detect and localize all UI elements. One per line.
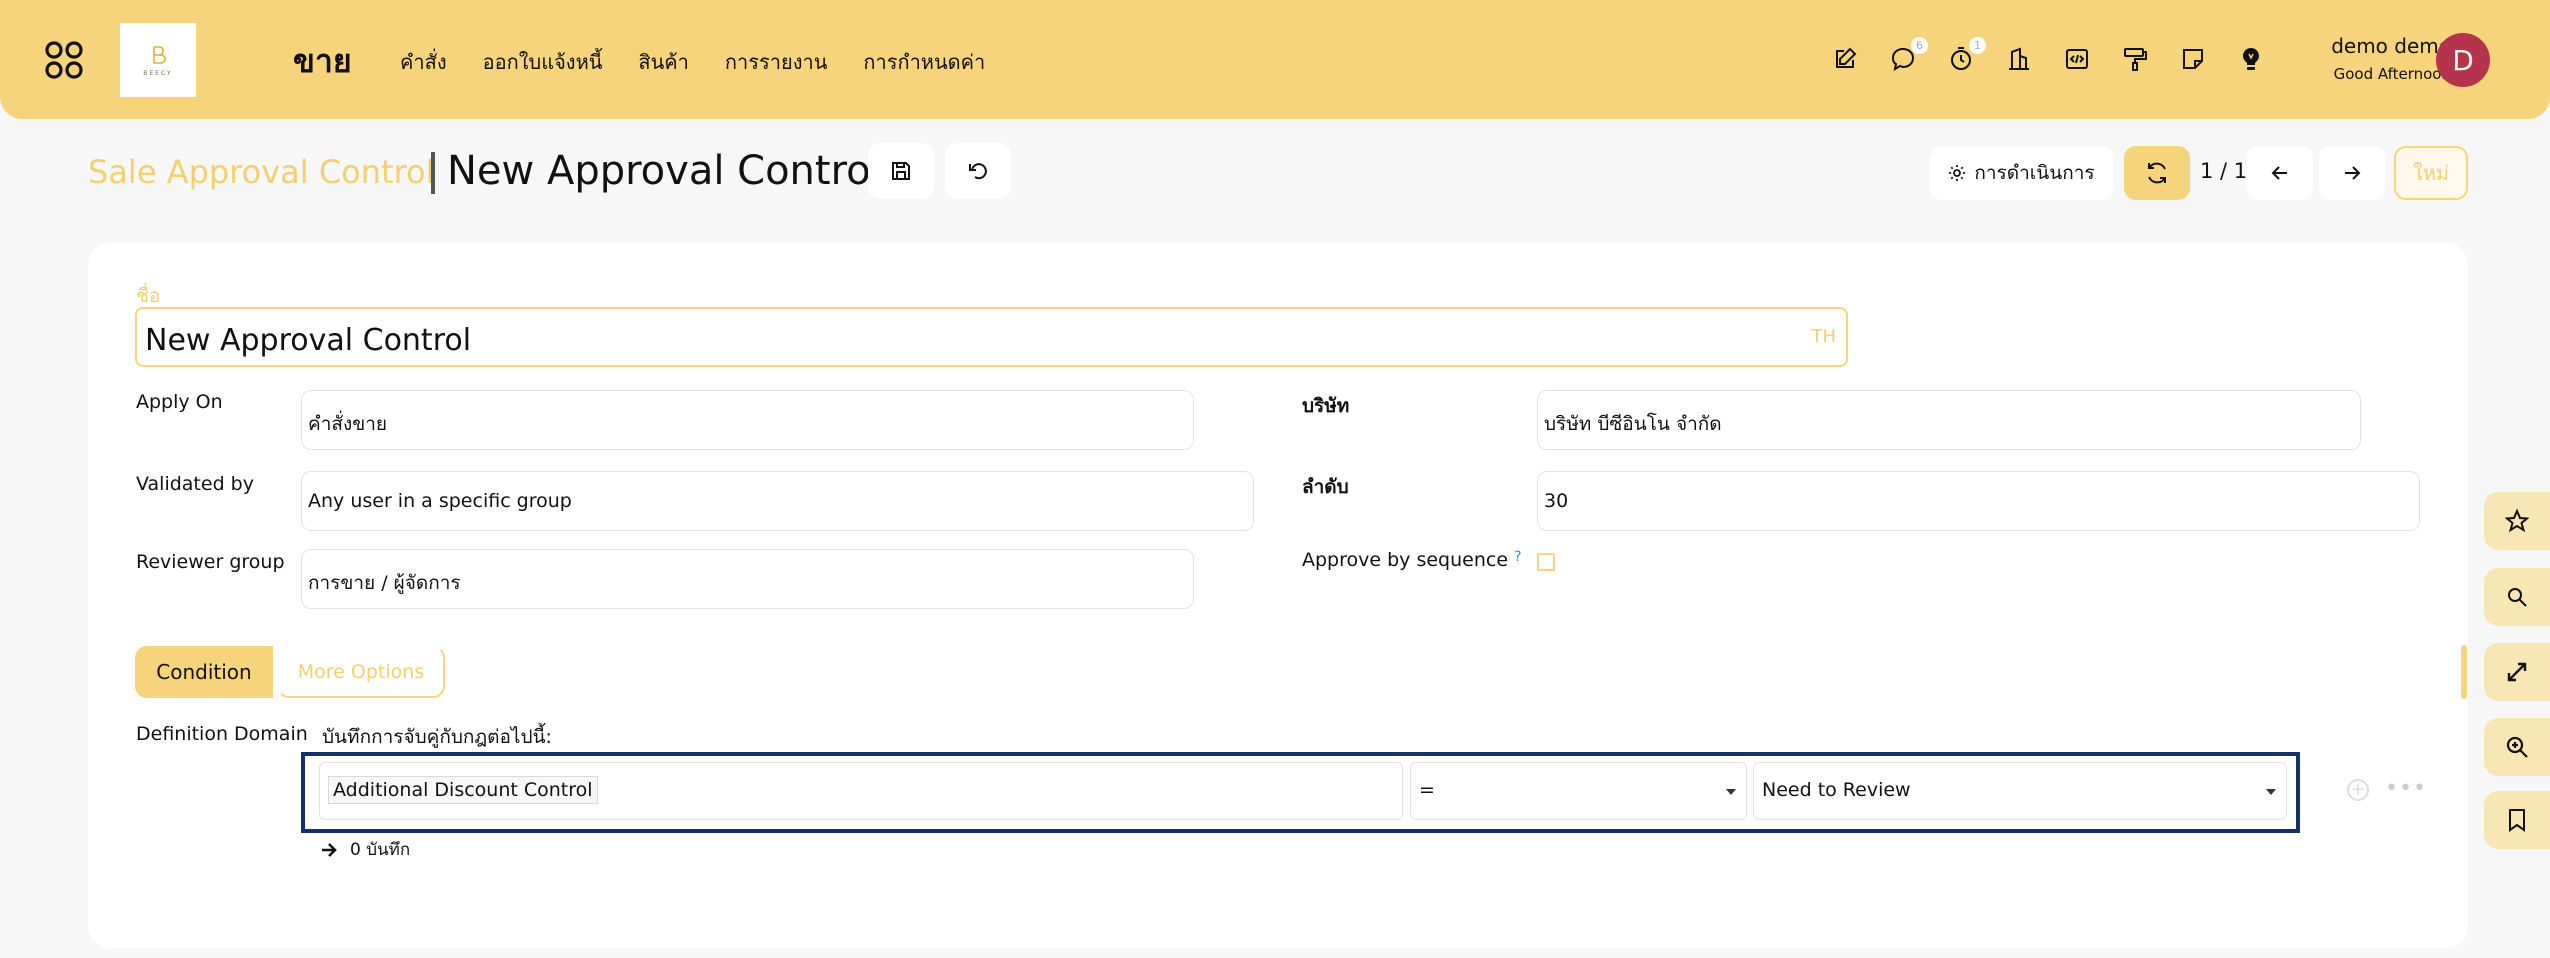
arrow-left-icon bbox=[2271, 166, 2287, 180]
pager-previous-button[interactable] bbox=[2247, 146, 2313, 200]
top-navbar: BEECY ขาย คำสั่ง ออกใบแจ้งหนี้ สินค้า กา… bbox=[0, 0, 2550, 119]
domain-header: บันทึกการจับคู่กับกฎต่อไปนี้: bbox=[322, 726, 552, 748]
records-count: 0 บันทึก bbox=[350, 840, 411, 860]
approve-by-sequence-checkbox[interactable] bbox=[1537, 553, 1555, 571]
reviewer-group-label: Reviewer group bbox=[136, 551, 285, 573]
domain-rule-row: Additional Discount Control = Need to Re… bbox=[301, 752, 2300, 833]
activity-badge: 1 bbox=[1969, 37, 1986, 54]
bookmark-icon bbox=[2509, 809, 2525, 832]
translate-button[interactable]: TH bbox=[1811, 326, 1836, 347]
name-value: New Approval Control bbox=[145, 323, 472, 358]
company-logo[interactable]: BEECY bbox=[120, 23, 196, 97]
refresh-icon bbox=[2148, 162, 2166, 184]
reviewer-group-value: การขาย / ผู้จัดการ bbox=[308, 572, 461, 594]
user-menu[interactable]: demo demo Good Afternoon bbox=[2300, 34, 2451, 83]
action-menu-label: การดำเนินการ bbox=[1974, 162, 2095, 184]
dock-active-indicator bbox=[2461, 645, 2467, 699]
main-menu: คำสั่ง ออกใบแจ้งหนี้ สินค้า การรายงาน กา… bbox=[400, 46, 985, 78]
building-icon[interactable] bbox=[2004, 44, 2034, 74]
company-field[interactable]: บริษัท บีซีอินโน จำกัด bbox=[1537, 390, 2361, 450]
gear-icon bbox=[1949, 165, 1966, 181]
search-icon bbox=[2508, 588, 2527, 607]
user-greeting: Good Afternoon bbox=[2333, 65, 2451, 83]
approve-by-sequence-text: Approve by sequence bbox=[1302, 549, 1509, 571]
add-rule-icon[interactable]: + bbox=[2347, 779, 2369, 801]
menu-products[interactable]: สินค้า bbox=[638, 46, 689, 78]
tab-condition[interactable]: Condition bbox=[135, 646, 273, 698]
apply-on-label: Apply On bbox=[136, 391, 223, 413]
menu-configuration[interactable]: การกำหนดค่า bbox=[863, 46, 985, 78]
arrow-right-icon bbox=[2345, 166, 2361, 180]
breadcrumb-separator bbox=[431, 152, 435, 194]
matching-records[interactable]: 0 บันทึก bbox=[320, 836, 410, 863]
menu-invoicing[interactable]: ออกใบแจ้งหนี้ bbox=[483, 46, 603, 78]
action-menu-button[interactable]: การดำเนินการ bbox=[1930, 146, 2113, 200]
breadcrumb-parent[interactable]: Sale Approval Control bbox=[88, 153, 435, 191]
rule-operator-select[interactable]: = bbox=[1410, 762, 1747, 820]
tab-more-options[interactable]: More Options bbox=[277, 646, 445, 698]
validated-by-field[interactable]: Any user in a specific group bbox=[301, 471, 1254, 531]
chat-badge: 6 bbox=[1911, 37, 1928, 54]
apply-on-field[interactable]: คำสั่งขาย bbox=[301, 390, 1194, 450]
lightbulb-icon[interactable] bbox=[2236, 44, 2266, 74]
app-name[interactable]: ขาย bbox=[293, 36, 352, 87]
avatar[interactable]: D bbox=[2436, 33, 2490, 87]
dock-star-button[interactable] bbox=[2484, 492, 2550, 550]
sequence-value: 30 bbox=[1544, 490, 1569, 512]
validated-by-label: Validated by bbox=[136, 473, 254, 495]
menu-reporting[interactable]: การรายงาน bbox=[725, 46, 827, 78]
reviewer-group-field[interactable]: การขาย / ผู้จัดการ bbox=[301, 549, 1194, 609]
discard-button[interactable] bbox=[945, 143, 1011, 199]
chevron-down-icon bbox=[1726, 789, 1736, 795]
edit-icon[interactable] bbox=[1830, 44, 1860, 74]
rule-value-value: Need to Review bbox=[1762, 779, 1911, 801]
rule-more-icon[interactable]: ••• bbox=[2385, 776, 2427, 801]
help-tooltip-icon[interactable]: ? bbox=[1514, 549, 1521, 565]
expand-icon bbox=[2507, 662, 2527, 682]
timer-icon[interactable]: 1 bbox=[1946, 37, 1986, 74]
breadcrumb-current: New Approval Control bbox=[447, 148, 882, 194]
sequence-label: ลำดับ bbox=[1302, 476, 1349, 498]
zoom-in-icon bbox=[2506, 736, 2528, 758]
paint-roller-icon[interactable] bbox=[2120, 44, 2150, 74]
arrow-right-icon bbox=[322, 842, 337, 857]
apply-on-value: คำสั่งขาย bbox=[308, 413, 388, 435]
new-record-button[interactable]: ใหม่ bbox=[2394, 146, 2468, 200]
systray: 6 1 bbox=[1830, 37, 2266, 74]
code-icon[interactable] bbox=[2062, 44, 2092, 74]
approve-by-sequence-label: Approve by sequence ? bbox=[1302, 549, 1522, 571]
note-icon[interactable] bbox=[2178, 44, 2208, 74]
dock-zoom-button[interactable] bbox=[2484, 718, 2550, 776]
dock-search-button[interactable] bbox=[2484, 568, 2550, 626]
sequence-field[interactable]: 30 bbox=[1537, 471, 2420, 531]
rule-field-value: Additional Discount Control bbox=[328, 776, 598, 804]
user-name: demo demo bbox=[2331, 34, 2451, 58]
pager-next-button[interactable] bbox=[2319, 146, 2385, 200]
rule-operator-value: = bbox=[1419, 779, 1435, 801]
pager-value[interactable]: 1 / 1 bbox=[2200, 159, 2247, 183]
logo-wordmark: BEECY bbox=[143, 69, 173, 77]
dock-bookmark-button[interactable] bbox=[2484, 791, 2550, 849]
dock-expand-button[interactable] bbox=[2484, 643, 2550, 701]
validated-by-value: Any user in a specific group bbox=[308, 490, 572, 512]
company-label: บริษัท bbox=[1302, 395, 1350, 417]
apps-menu-icon[interactable] bbox=[44, 40, 84, 80]
company-value: บริษัท บีซีอินโน จำกัด bbox=[1544, 413, 1722, 435]
name-input[interactable]: New Approval Control TH bbox=[135, 307, 1848, 367]
form-sheet: ชื่อ New Approval Control TH Apply On คำ… bbox=[88, 243, 2468, 948]
chat-icon[interactable]: 6 bbox=[1888, 37, 1928, 74]
chevron-down-icon bbox=[2266, 789, 2276, 795]
menu-orders[interactable]: คำสั่ง bbox=[400, 46, 447, 78]
rule-value-select[interactable]: Need to Review bbox=[1753, 762, 2287, 820]
refresh-button[interactable] bbox=[2124, 146, 2190, 200]
undo-icon bbox=[969, 163, 987, 180]
star-icon bbox=[2505, 509, 2529, 533]
definition-domain-label: Definition Domain bbox=[136, 723, 308, 745]
save-icon bbox=[892, 162, 910, 180]
beecy-logo-icon bbox=[153, 45, 166, 64]
save-button[interactable] bbox=[868, 143, 934, 199]
rule-field-path[interactable]: Additional Discount Control bbox=[319, 762, 1403, 820]
